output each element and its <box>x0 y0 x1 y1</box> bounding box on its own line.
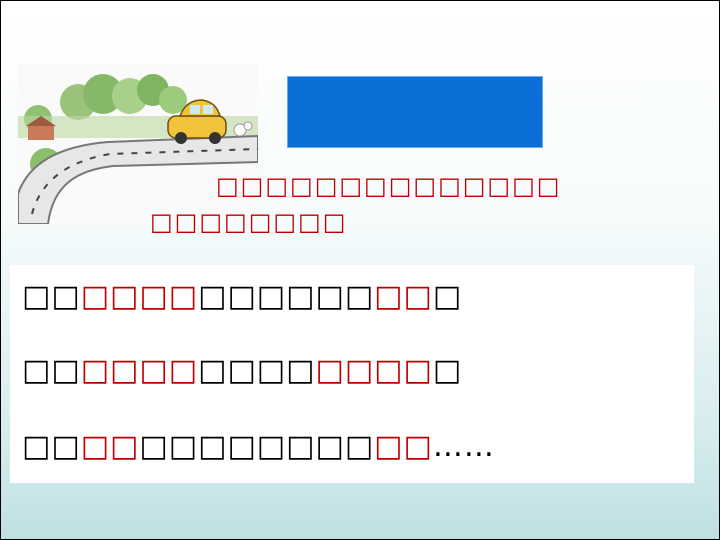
sentence-1-part-b: □□□□ <box>80 279 199 314</box>
prompt-line-2: □□□□□□□□ <box>150 208 348 236</box>
example-sentence-1: □□□□□□□□□□□□□□□ <box>22 279 462 314</box>
example-sentences-panel: □□□□□□□□□□□□□□□ □□□□□□□□□□□□□□□ □□□□□□□□… <box>10 265 694 483</box>
car-road-icon <box>18 74 258 224</box>
example-sentence-2: □□□□□□□□□□□□□□□ <box>22 353 462 388</box>
sentence-2-part-a: □□ <box>22 353 81 388</box>
sentence-1-part-d: □□ <box>374 279 433 314</box>
sentence-1-part-e: □ <box>432 279 463 314</box>
prompt-line-1: □□□□□□□□□□□□□□ <box>216 172 562 200</box>
title-box <box>287 76 543 148</box>
sentence-2-part-d: □□□□ <box>315 353 433 388</box>
example-sentence-3: □□□□□□□□□□□□□□…… <box>22 429 495 464</box>
sentence-3-part-b: □□ <box>80 429 140 464</box>
sentence-2-part-e: □ <box>432 353 463 388</box>
sentence-1-part-a: □□ <box>22 279 81 314</box>
car-on-road-illustration <box>18 64 258 224</box>
sentence-3-part-c: □□□□□□□□ <box>139 429 375 464</box>
sentence-3-part-a: □□ <box>22 429 81 464</box>
sentence-3-part-e: …… <box>432 429 495 464</box>
sentence-1-part-c: □□□□□□ <box>198 279 375 314</box>
sentence-3-part-d: □□ <box>374 429 433 464</box>
sentence-2-part-c: □□□□ <box>198 353 316 388</box>
sentence-2-part-b: □□□□ <box>80 353 199 388</box>
